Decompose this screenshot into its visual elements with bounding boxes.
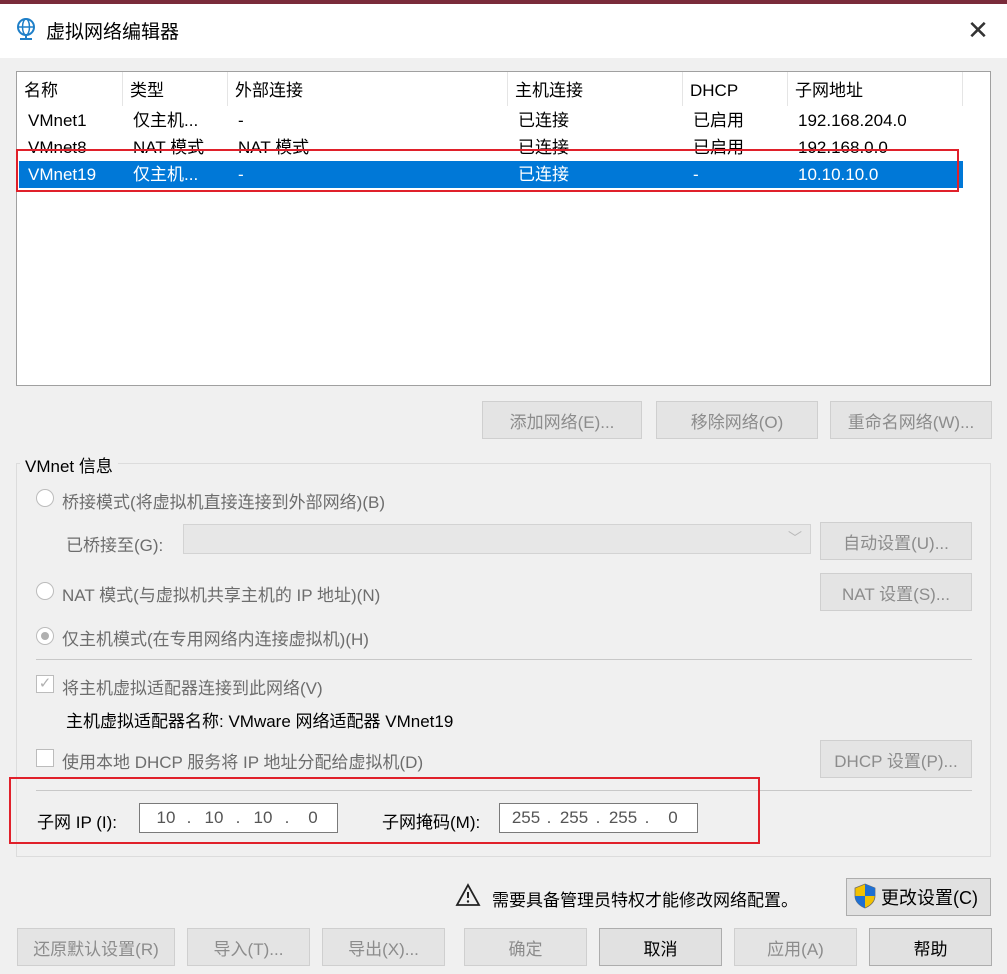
mask-octet: 255 xyxy=(559,808,589,827)
mask-octet: 255 xyxy=(511,808,541,827)
table-row-selected[interactable]: VMnet19 仅主机... - 已连接 - 10.10.10.0 xyxy=(19,161,963,188)
column-name[interactable]: 名称 xyxy=(17,72,123,106)
cell-name: VMnet1 xyxy=(28,111,87,130)
close-icon: ✕ xyxy=(967,14,989,45)
ip-octet: 10 xyxy=(204,808,224,827)
cell-host: 已连接 xyxy=(518,111,569,130)
cell-host: 已连接 xyxy=(518,165,569,184)
divider xyxy=(36,790,972,791)
bridged-mode-radio[interactable] xyxy=(36,489,54,507)
apply-button[interactable]: 应用(A) xyxy=(734,928,857,966)
cell-subnet: 192.168.204.0 xyxy=(798,111,907,130)
admin-notice: 需要具备管理员特权才能修改网络配置。 xyxy=(492,891,798,910)
column-host[interactable]: 主机连接 xyxy=(508,72,683,106)
column-subnet[interactable]: 子网地址 xyxy=(788,72,963,106)
cell-type: 仅主机... xyxy=(133,165,199,184)
cell-external: - xyxy=(238,165,244,184)
cell-dhcp: 已启用 xyxy=(693,111,744,130)
uac-shield-icon xyxy=(854,883,876,909)
host-only-radio[interactable] xyxy=(36,627,54,645)
help-button[interactable]: 帮助 xyxy=(869,928,992,966)
host-only-label: 仅主机模式(在专用网络内连接虚拟机)(H) xyxy=(62,630,369,649)
chevron-down-icon: ﹀ xyxy=(788,530,802,546)
mask-octet: 0 xyxy=(668,808,678,827)
cell-host: 已连接 xyxy=(518,138,569,157)
cell-external: - xyxy=(238,111,244,130)
remove-network-button[interactable]: 移除网络(O) xyxy=(656,401,818,439)
cancel-button[interactable]: 取消 xyxy=(599,928,722,966)
subnet-mask-label: 子网掩码(M): xyxy=(382,813,481,832)
ip-octet: 10 xyxy=(253,808,273,827)
vmnet-info-title: VMnet 信息 xyxy=(20,452,118,477)
table-row[interactable]: VMnet1 仅主机... - 已连接 已启用 192.168.204.0 xyxy=(19,107,963,134)
dhcp-label: 使用本地 DHCP 服务将 IP 地址分配给虚拟机(D) xyxy=(62,753,424,772)
list-header: 名称 类型 外部连接 主机连接 DHCP 子网地址 xyxy=(17,72,990,106)
bridged-mode-label: 桥接模式(将虚拟机直接连接到外部网络)(B) xyxy=(62,493,385,512)
cell-dhcp: - xyxy=(693,165,699,184)
cell-type: NAT 模式 xyxy=(133,138,205,157)
window-title: 虚拟网络编辑器 xyxy=(46,22,180,43)
cell-subnet: 192.168.0.0 xyxy=(798,138,888,157)
import-button[interactable]: 导入(T)... xyxy=(187,928,310,966)
ip-octet: 0 xyxy=(308,808,318,827)
cell-external: NAT 模式 xyxy=(238,138,310,157)
dhcp-settings-button[interactable]: DHCP 设置(P)... xyxy=(820,740,972,778)
connect-adapter-checkbox[interactable]: ✓ xyxy=(36,675,54,693)
network-globe-icon xyxy=(17,18,35,40)
subnet-ip-label: 子网 IP (I): xyxy=(37,813,117,832)
nat-mode-label: NAT 模式(与虚拟机共享主机的 IP 地址)(N) xyxy=(62,586,381,605)
change-settings-label: 更改设置(C) xyxy=(881,888,978,908)
cell-subnet: 10.10.10.0 xyxy=(798,165,879,184)
ip-octet: 10 xyxy=(156,808,176,827)
cell-type: 仅主机... xyxy=(133,111,199,130)
restore-defaults-button[interactable]: 还原默认设置(R) xyxy=(17,928,175,966)
column-dhcp[interactable]: DHCP xyxy=(683,72,788,106)
bridged-to-select[interactable]: ﹀ xyxy=(183,524,811,554)
subnet-mask-input[interactable]: 255 . 255 . 255 . 0 xyxy=(499,803,698,833)
rename-network-button[interactable]: 重命名网络(W)... xyxy=(830,401,992,439)
column-external[interactable]: 外部连接 xyxy=(228,72,508,106)
network-list[interactable]: 名称 类型 外部连接 主机连接 DHCP 子网地址 VMnet1 仅主机... … xyxy=(16,71,991,386)
mask-octet: 255 xyxy=(608,808,638,827)
cell-dhcp: 已启用 xyxy=(693,138,744,157)
virtual-network-editor-window: 虚拟网络编辑器 ✕ 名称 类型 外部连接 主机连接 DHCP 子网地址 VMne… xyxy=(0,0,1007,974)
bridged-to-label: 已桥接至(G): xyxy=(66,536,164,555)
title-accent xyxy=(0,0,1007,4)
subnet-ip-input[interactable]: 10 . 10 . 10 . 0 xyxy=(139,803,338,833)
title-bar: 虚拟网络编辑器 ✕ xyxy=(0,0,1007,58)
warning-icon xyxy=(455,883,481,906)
add-network-button[interactable]: 添加网络(E)... xyxy=(482,401,642,439)
column-type[interactable]: 类型 xyxy=(123,72,228,106)
cell-name: VMnet8 xyxy=(28,138,87,157)
dhcp-checkbox[interactable] xyxy=(36,749,54,767)
export-button[interactable]: 导出(X)... xyxy=(322,928,445,966)
table-row[interactable]: VMnet8 NAT 模式 NAT 模式 已连接 已启用 192.168.0.0 xyxy=(19,134,963,161)
cell-name: VMnet19 xyxy=(28,165,97,184)
nat-settings-button[interactable]: NAT 设置(S)... xyxy=(820,573,972,611)
nat-mode-radio[interactable] xyxy=(36,582,54,600)
auto-settings-button[interactable]: 自动设置(U)... xyxy=(820,522,972,560)
adapter-name-text: 主机虚拟适配器名称: VMware 网络适配器 VMnet19 xyxy=(66,712,454,731)
ok-button[interactable]: 确定 xyxy=(464,928,587,966)
connect-adapter-label: 将主机虚拟适配器连接到此网络(V) xyxy=(62,679,323,698)
divider xyxy=(36,659,972,660)
close-button[interactable]: ✕ xyxy=(956,12,1000,48)
